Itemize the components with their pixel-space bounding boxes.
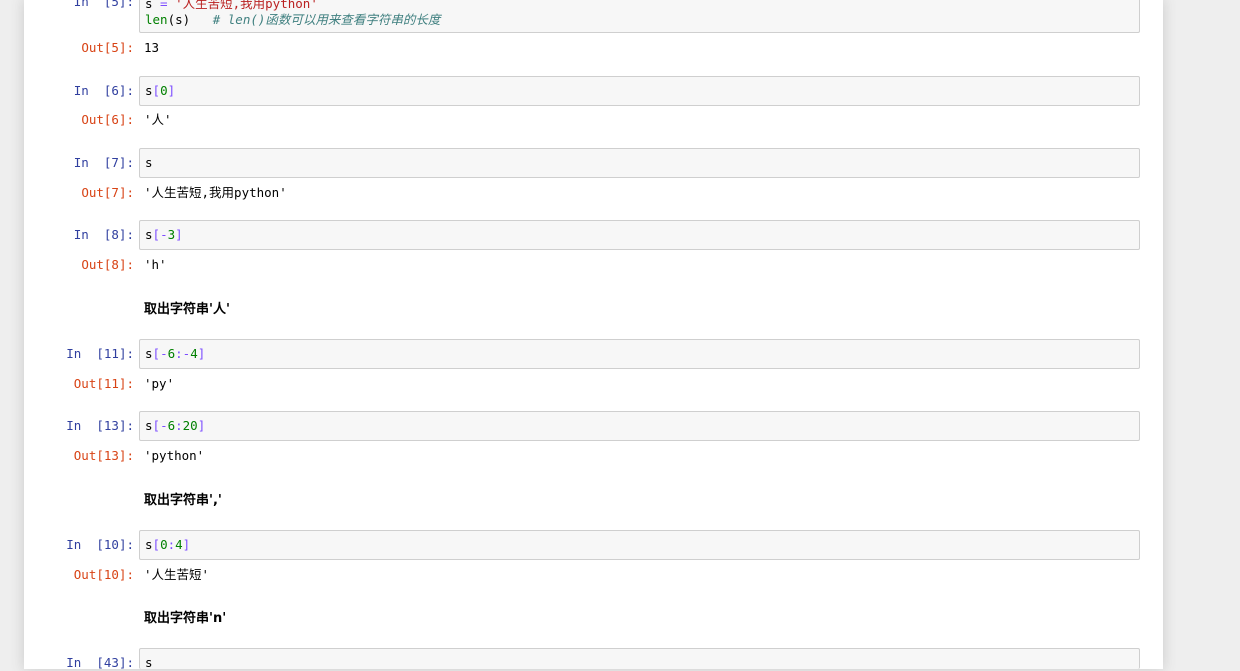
input-prompt: In [11]: <box>66 346 134 361</box>
cell-output: '人生苦短' <box>144 567 210 582</box>
code-token-comment: # len()函数可以用来查看字符串的长度 <box>190 12 441 27</box>
output-prompt: Out[6]: <box>81 112 134 127</box>
code-token-operator: ] <box>182 537 191 552</box>
code-token-variable: s <box>145 227 153 242</box>
code-token-builtin: len <box>145 12 168 27</box>
input-prompt: In [13]: <box>66 418 134 433</box>
code-token-operator: = <box>152 0 176 11</box>
cell-output: 'py' <box>144 376 175 391</box>
code-line: len(s) # len()函数可以用来查看字符串的长度 <box>145 12 440 28</box>
cell-output: 'python' <box>144 448 205 463</box>
input-prompt: In [5]: <box>73 0 134 9</box>
output-prompt: Out[7]: <box>81 185 134 200</box>
code-token-operator: ] <box>167 83 176 98</box>
code-input[interactable]: s[-3] <box>139 220 1140 250</box>
code-token-operator: [ <box>152 83 161 98</box>
code-line: s = '人生苦短,我用python' <box>145 0 318 12</box>
code-line: s <box>145 655 153 669</box>
code-input[interactable]: s[0:4] <box>139 530 1140 560</box>
output-prompt: Out[5]: <box>81 40 134 55</box>
cell-output: 13 <box>144 40 160 55</box>
code-token-variable: s <box>145 83 153 98</box>
input-prompt: In [10]: <box>66 537 134 552</box>
code-token-operator: : <box>167 537 176 552</box>
code-token-variable: s <box>145 0 153 11</box>
code-token-operator: ] <box>175 227 183 242</box>
code-token-number: 3 <box>167 227 176 242</box>
code-line: s[-6:-4] <box>145 346 205 362</box>
code-token-operator: ] <box>197 346 206 361</box>
input-prompt: In [6]: <box>73 83 134 98</box>
code-token-number: 0 <box>160 83 168 98</box>
code-input[interactable]: s[-6:-4] <box>139 339 1140 369</box>
code-input[interactable]: s <box>139 148 1140 178</box>
markdown-cell: 取出字符串',' <box>144 493 222 508</box>
code-input[interactable]: s[-6:20] <box>139 411 1140 441</box>
cell-output: 'h' <box>144 257 167 272</box>
code-token-string: '人生苦短,我用python' <box>175 0 318 11</box>
code-token-operator: - <box>160 227 168 242</box>
code-token-operator: : <box>175 418 183 433</box>
code-input[interactable]: s[0] <box>139 76 1140 106</box>
code-token-operator: - <box>160 418 168 433</box>
code-line: s[-6:20] <box>145 418 205 434</box>
notebook-container: In [5]: s = '人生苦短,我用python' len(s) # len… <box>24 0 1163 670</box>
code-line: s <box>145 155 153 171</box>
code-token-operator: - <box>160 346 168 361</box>
code-token-variable: s <box>145 346 153 361</box>
code-token-number: 4 <box>175 537 183 552</box>
code-line: s[0:4] <box>145 537 190 553</box>
code-token-operator: [ <box>152 346 161 361</box>
code-token-variable: (s) <box>167 12 191 27</box>
code-token-number: 4 <box>190 346 198 361</box>
code-token-operator: [ <box>152 537 161 552</box>
cell-output: '人' <box>144 112 172 127</box>
code-line: s[-3] <box>145 227 183 243</box>
code-token-variable: s <box>145 655 153 669</box>
output-prompt: Out[8]: <box>81 257 134 272</box>
code-token-operator: : <box>175 346 183 361</box>
input-prompt: In [7]: <box>73 155 134 170</box>
output-prompt: Out[11]: <box>73 376 134 391</box>
output-prompt: Out[13]: <box>73 448 134 463</box>
code-token-number: 6 <box>167 418 176 433</box>
code-token-number: 6 <box>167 346 176 361</box>
markdown-cell: 取出字符串'n' <box>144 611 227 626</box>
input-prompt: In [8]: <box>73 227 134 242</box>
code-token-number: 20 <box>182 418 198 433</box>
output-prompt: Out[10]: <box>73 567 134 582</box>
code-token-variable: s <box>145 418 153 433</box>
code-token-variable: s <box>145 537 153 552</box>
code-input[interactable]: s = '人生苦短,我用python' len(s) # len()函数可以用来… <box>139 0 1140 33</box>
markdown-cell: 取出字符串'人' <box>144 302 230 317</box>
code-token-operator: ] <box>197 418 206 433</box>
code-token-number: 0 <box>160 537 168 552</box>
code-line: s[0] <box>145 83 175 99</box>
cell-output: '人生苦短,我用python' <box>144 185 287 200</box>
code-token-operator: [ <box>152 418 161 433</box>
code-token-variable: s <box>145 155 153 170</box>
code-input[interactable]: s <box>139 648 1140 669</box>
code-token-operator: [ <box>152 227 161 242</box>
